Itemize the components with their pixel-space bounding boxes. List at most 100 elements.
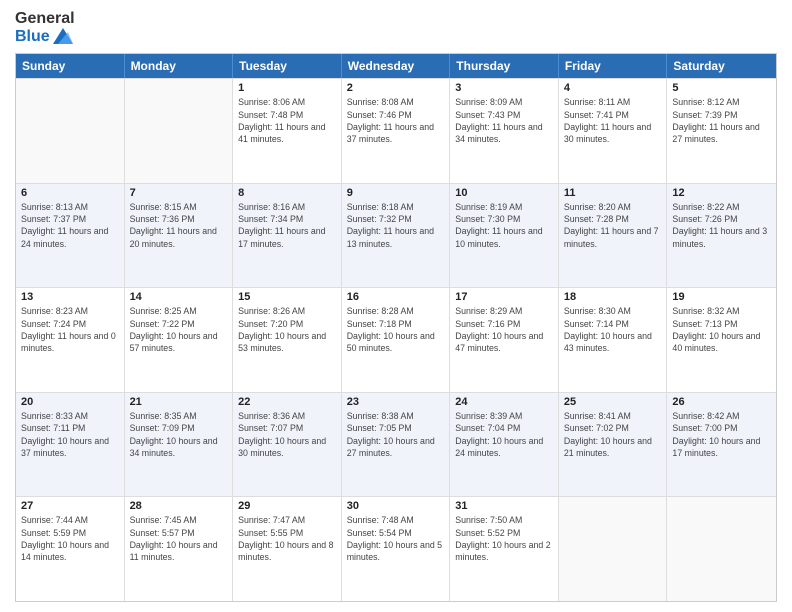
header-day-friday: Friday — [559, 54, 668, 78]
cell-sun-info: Sunrise: 8:06 AMSunset: 7:48 PMDaylight:… — [238, 96, 336, 145]
day-cell-24: 24 Sunrise: 8:39 AMSunset: 7:04 PMDayligh… — [450, 393, 559, 497]
cell-sun-info: Sunrise: 8:29 AMSunset: 7:16 PMDaylight:… — [455, 305, 553, 354]
cell-sun-info: Sunrise: 8:35 AMSunset: 7:09 PMDaylight:… — [130, 410, 228, 459]
day-cell-25: 25 Sunrise: 8:41 AMSunset: 7:02 PMDayligh… — [559, 393, 668, 497]
empty-cell-0-1 — [125, 79, 234, 183]
cell-day-number: 21 — [130, 396, 228, 408]
week-row-5: 27 Sunrise: 7:44 AMSunset: 5:59 PMDayligh… — [16, 496, 776, 601]
cell-sun-info: Sunrise: 8:33 AMSunset: 7:11 PMDaylight:… — [21, 410, 119, 459]
day-cell-13: 13Sunrise: 8:23 AMSunset: 7:24 PMDayligh… — [16, 288, 125, 392]
day-cell-1: 1 Sunrise: 8:06 AMSunset: 7:48 PMDaylight… — [233, 79, 342, 183]
cell-day-number: 30 — [347, 500, 445, 512]
cell-day-number: 8 — [238, 187, 336, 199]
day-cell-17: 17 Sunrise: 8:29 AMSunset: 7:16 PMDayligh… — [450, 288, 559, 392]
day-cell-5: 5 Sunrise: 8:12 AMSunset: 7:39 PMDaylight… — [667, 79, 776, 183]
header-day-monday: Monday — [125, 54, 234, 78]
day-cell-26: 26 Sunrise: 8:42 AMSunset: 7:00 PMDayligh… — [667, 393, 776, 497]
cell-sun-info: Sunrise: 8:09 AMSunset: 7:43 PMDaylight:… — [455, 96, 553, 145]
cell-sun-info: Sunrise: 8:25 AMSunset: 7:22 PMDaylight:… — [130, 305, 228, 354]
cell-sun-info: Sunrise: 7:44 AMSunset: 5:59 PMDaylight:… — [21, 514, 119, 563]
cell-sun-info: Sunrise: 8:15 AMSunset: 7:36 PMDaylight:… — [130, 201, 228, 250]
week-row-3: 13Sunrise: 8:23 AMSunset: 7:24 PMDayligh… — [16, 287, 776, 392]
day-cell-18: 18Sunrise: 8:30 AMSunset: 7:14 PMDayligh… — [559, 288, 668, 392]
cell-sun-info: Sunrise: 8:12 AMSunset: 7:39 PMDaylight:… — [672, 96, 771, 145]
header-day-saturday: Saturday — [667, 54, 776, 78]
empty-cell-4-6 — [667, 497, 776, 601]
header-day-thursday: Thursday — [450, 54, 559, 78]
day-cell-12: 12 Sunrise: 8:22 AMSunset: 7:26 PMDayligh… — [667, 184, 776, 288]
cell-sun-info: Sunrise: 8:26 AMSunset: 7:20 PMDaylight:… — [238, 305, 336, 354]
cell-day-number: 1 — [238, 82, 336, 94]
cell-day-number: 4 — [564, 82, 662, 94]
day-cell-9: 9Sunrise: 8:18 AMSunset: 7:32 PMDaylight… — [342, 184, 451, 288]
day-cell-11: 11Sunrise: 8:20 AMSunset: 7:28 PMDayligh… — [559, 184, 668, 288]
logo: General Blue — [15, 10, 75, 45]
cell-sun-info: Sunrise: 8:16 AMSunset: 7:34 PMDaylight:… — [238, 201, 336, 250]
week-row-4: 20 Sunrise: 8:33 AMSunset: 7:11 PMDayligh… — [16, 392, 776, 497]
cell-day-number: 22 — [238, 396, 336, 408]
cell-sun-info: Sunrise: 7:48 AMSunset: 5:54 PMDaylight:… — [347, 514, 445, 563]
day-cell-21: 21 Sunrise: 8:35 AMSunset: 7:09 PMDayligh… — [125, 393, 234, 497]
day-cell-3: 3 Sunrise: 8:09 AMSunset: 7:43 PMDaylight… — [450, 79, 559, 183]
day-cell-23: 23Sunrise: 8:38 AMSunset: 7:05 PMDayligh… — [342, 393, 451, 497]
cell-sun-info: Sunrise: 8:13 AMSunset: 7:37 PMDaylight:… — [21, 201, 119, 250]
calendar: SundayMondayTuesdayWednesdayThursdayFrid… — [15, 53, 777, 602]
cell-day-number: 17 — [455, 291, 553, 303]
empty-cell-0-0 — [16, 79, 125, 183]
cell-day-number: 5 — [672, 82, 771, 94]
cell-sun-info: Sunrise: 8:28 AMSunset: 7:18 PMDaylight:… — [347, 305, 445, 354]
cell-sun-info: Sunrise: 7:47 AMSunset: 5:55 PMDaylight:… — [238, 514, 336, 563]
day-cell-27: 27 Sunrise: 7:44 AMSunset: 5:59 PMDayligh… — [16, 497, 125, 601]
cell-day-number: 19 — [672, 291, 771, 303]
day-cell-20: 20 Sunrise: 8:33 AMSunset: 7:11 PMDayligh… — [16, 393, 125, 497]
cell-day-number: 12 — [672, 187, 771, 199]
header-day-tuesday: Tuesday — [233, 54, 342, 78]
cell-sun-info: Sunrise: 8:38 AMSunset: 7:05 PMDaylight:… — [347, 410, 445, 459]
cell-sun-info: Sunrise: 8:41 AMSunset: 7:02 PMDaylight:… — [564, 410, 662, 459]
day-cell-29: 29Sunrise: 7:47 AMSunset: 5:55 PMDayligh… — [233, 497, 342, 601]
empty-cell-4-5 — [559, 497, 668, 601]
day-cell-31: 31 Sunrise: 7:50 AMSunset: 5:52 PMDayligh… — [450, 497, 559, 601]
cell-sun-info: Sunrise: 8:23 AMSunset: 7:24 PMDaylight:… — [21, 305, 119, 354]
cell-day-number: 10 — [455, 187, 553, 199]
cell-day-number: 24 — [455, 396, 553, 408]
header: General Blue — [15, 10, 777, 45]
cell-day-number: 3 — [455, 82, 553, 94]
day-cell-28: 28 Sunrise: 7:45 AMSunset: 5:57 PMDayligh… — [125, 497, 234, 601]
cell-sun-info: Sunrise: 7:45 AMSunset: 5:57 PMDaylight:… — [130, 514, 228, 563]
week-row-1: 1 Sunrise: 8:06 AMSunset: 7:48 PMDaylight… — [16, 78, 776, 183]
week-row-2: 6Sunrise: 8:13 AMSunset: 7:37 PMDaylight… — [16, 183, 776, 288]
day-cell-7: 7 Sunrise: 8:15 AMSunset: 7:36 PMDaylight… — [125, 184, 234, 288]
cell-day-number: 26 — [672, 396, 771, 408]
cell-day-number: 27 — [21, 500, 119, 512]
cell-sun-info: Sunrise: 8:19 AMSunset: 7:30 PMDaylight:… — [455, 201, 553, 250]
cell-day-number: 7 — [130, 187, 228, 199]
page: General Blue SundayMondayTuesdayWednesda… — [0, 0, 792, 612]
day-cell-15: 15Sunrise: 8:26 AMSunset: 7:20 PMDayligh… — [233, 288, 342, 392]
cell-day-number: 28 — [130, 500, 228, 512]
cell-sun-info: Sunrise: 7:50 AMSunset: 5:52 PMDaylight:… — [455, 514, 553, 563]
day-cell-6: 6Sunrise: 8:13 AMSunset: 7:37 PMDaylight… — [16, 184, 125, 288]
day-cell-30: 30 Sunrise: 7:48 AMSunset: 5:54 PMDayligh… — [342, 497, 451, 601]
cell-day-number: 25 — [564, 396, 662, 408]
cell-sun-info: Sunrise: 8:30 AMSunset: 7:14 PMDaylight:… — [564, 305, 662, 354]
cell-sun-info: Sunrise: 8:42 AMSunset: 7:00 PMDaylight:… — [672, 410, 771, 459]
cell-day-number: 2 — [347, 82, 445, 94]
cell-day-number: 31 — [455, 500, 553, 512]
header-day-wednesday: Wednesday — [342, 54, 451, 78]
day-cell-14: 14 Sunrise: 8:25 AMSunset: 7:22 PMDayligh… — [125, 288, 234, 392]
cell-day-number: 9 — [347, 187, 445, 199]
cell-day-number: 20 — [21, 396, 119, 408]
logo-wing-icon — [53, 28, 73, 44]
cell-day-number: 14 — [130, 291, 228, 303]
day-cell-19: 19 Sunrise: 8:32 AMSunset: 7:13 PMDayligh… — [667, 288, 776, 392]
cell-sun-info: Sunrise: 8:32 AMSunset: 7:13 PMDaylight:… — [672, 305, 771, 354]
day-cell-16: 16Sunrise: 8:28 AMSunset: 7:18 PMDayligh… — [342, 288, 451, 392]
day-cell-8: 8 Sunrise: 8:16 AMSunset: 7:34 PMDaylight… — [233, 184, 342, 288]
cell-sun-info: Sunrise: 8:36 AMSunset: 7:07 PMDaylight:… — [238, 410, 336, 459]
calendar-body: 1 Sunrise: 8:06 AMSunset: 7:48 PMDaylight… — [16, 78, 776, 601]
cell-sun-info: Sunrise: 8:39 AMSunset: 7:04 PMDaylight:… — [455, 410, 553, 459]
header-day-sunday: Sunday — [16, 54, 125, 78]
calendar-header-row: SundayMondayTuesdayWednesdayThursdayFrid… — [16, 54, 776, 78]
cell-sun-info: Sunrise: 8:22 AMSunset: 7:26 PMDaylight:… — [672, 201, 771, 250]
